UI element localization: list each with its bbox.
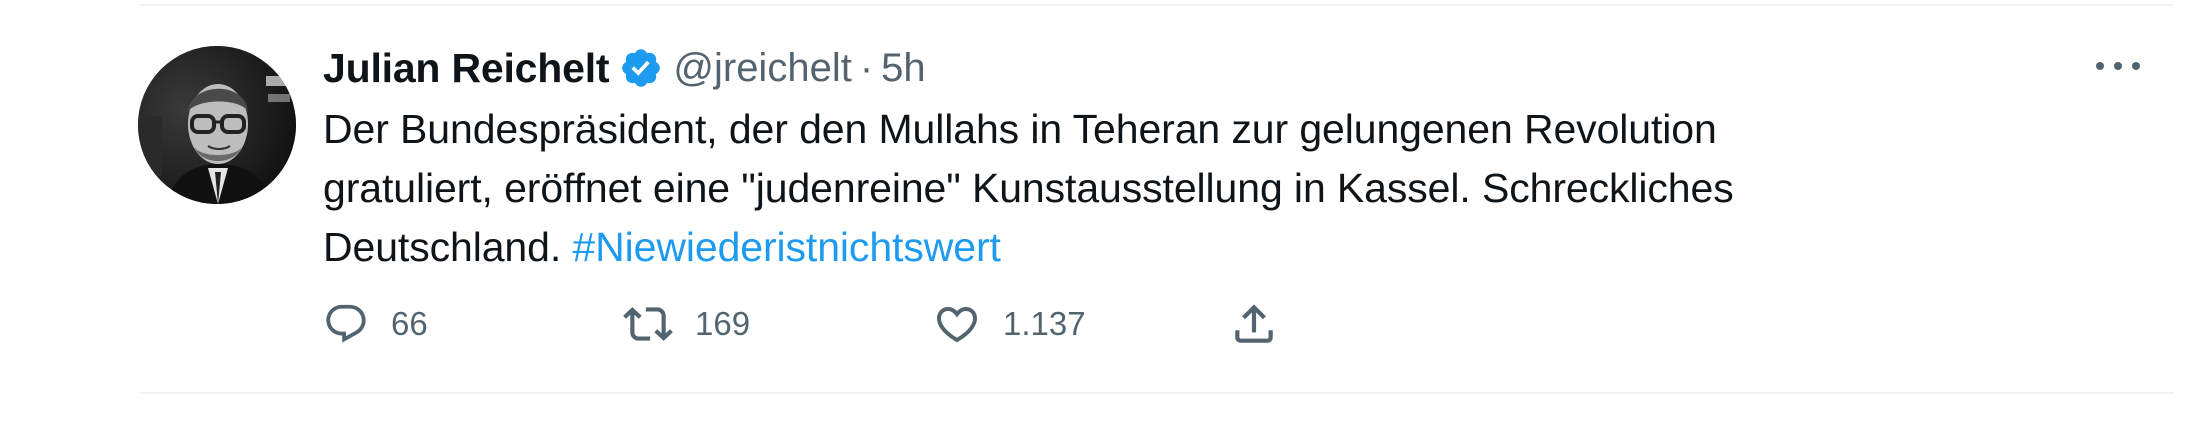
hashtag-link[interactable]: #Niewiederistnichtswert bbox=[572, 224, 1000, 270]
like-button[interactable]: 1.137 bbox=[933, 296, 1086, 352]
retweet-button[interactable]: 169 bbox=[623, 296, 750, 352]
avatar-photo bbox=[138, 46, 296, 204]
share-button[interactable] bbox=[1229, 296, 1279, 352]
separator-dot: · bbox=[859, 45, 874, 90]
reply-button[interactable]: 66 bbox=[323, 296, 428, 352]
verified-badge-icon bbox=[619, 46, 663, 90]
reply-count: 66 bbox=[391, 305, 428, 342]
like-count: 1.137 bbox=[1003, 305, 1086, 342]
timestamp[interactable]: 5h bbox=[881, 46, 926, 91]
more-options-icon[interactable] bbox=[2090, 52, 2146, 80]
user-handle[interactable]: @jreichelt bbox=[673, 46, 851, 91]
avatar[interactable] bbox=[138, 46, 296, 204]
tweet-text-line: Der Bundespräsident, der den Mullahs in … bbox=[323, 106, 1717, 152]
retweet-icon bbox=[623, 307, 673, 341]
tweet-text: Der Bundespräsident, der den Mullahs in … bbox=[323, 100, 2083, 277]
tweet-text-line-last: Deutschland. #Niewiederistnichtswert bbox=[323, 218, 2083, 277]
bottom-divider bbox=[140, 392, 2174, 394]
tweet-text-fragment: Deutschland. bbox=[323, 224, 562, 270]
reply-icon bbox=[326, 304, 366, 343]
tweet-text-line: gratuliert, eröffnet eine "judenreine" K… bbox=[323, 165, 1734, 211]
retweet-count: 169 bbox=[695, 305, 751, 342]
heart-icon bbox=[936, 307, 978, 343]
tweet-header: Julian Reichelt @jreichelt · 5h bbox=[323, 40, 926, 96]
share-icon bbox=[1235, 304, 1273, 343]
display-name[interactable]: Julian Reichelt bbox=[323, 45, 610, 92]
top-divider bbox=[140, 4, 2174, 6]
